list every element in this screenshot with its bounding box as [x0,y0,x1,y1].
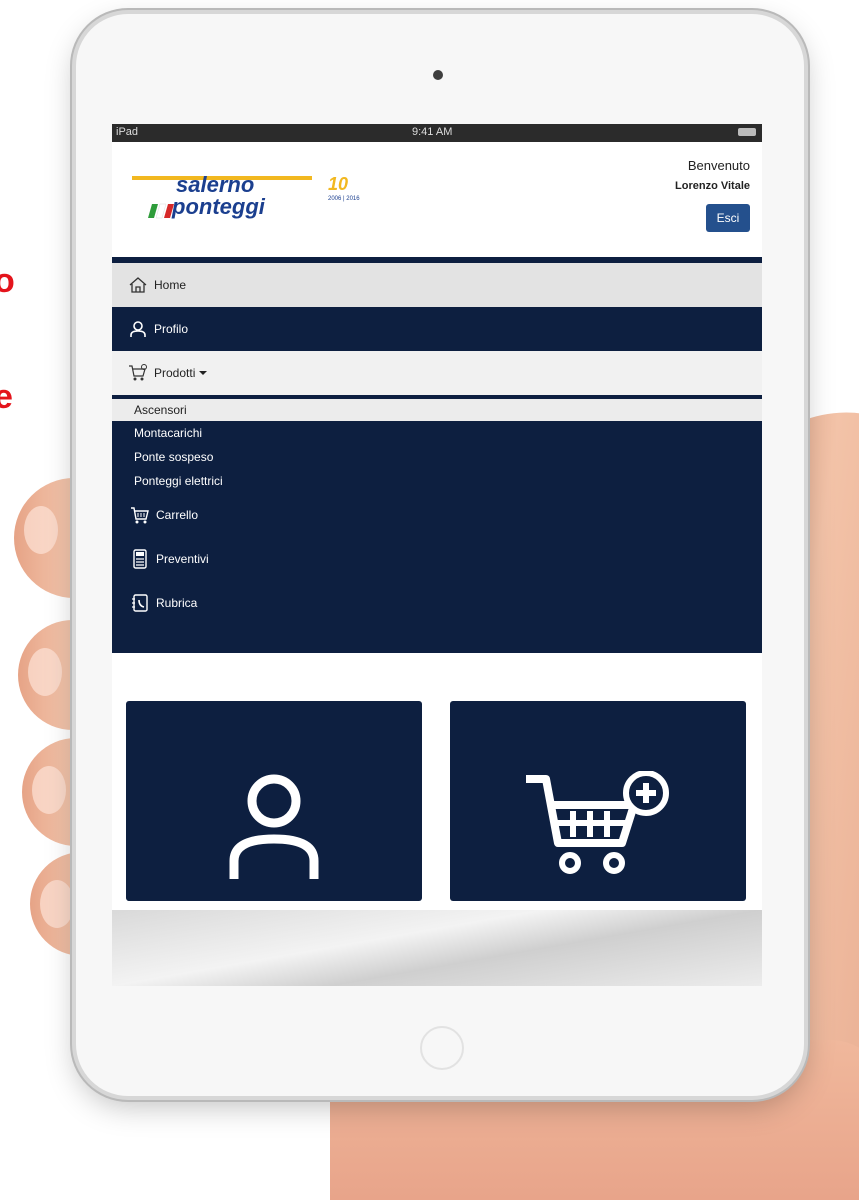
welcome-text: Benvenuto [687,158,750,173]
logout-button[interactable]: Esci [706,204,750,232]
status-time: 9:41 AM [412,126,453,138]
ipad-frame: iPad 9:41 AM salerno ponteggi 10 2006 | … [76,14,804,1096]
submenu-item-montacarichi[interactable]: Montacarichi [112,421,762,445]
cart-plus-icon [129,364,147,381]
camera [433,70,443,80]
products-submenu: Ascensori Montacarichi Ponte sospeso Pon… [112,399,762,653]
nav-prodotti-label: Prodotti [154,366,196,380]
home-button[interactable] [420,1026,464,1070]
screen-reflection [112,910,762,986]
nav-carrello[interactable]: Carrello [112,493,762,537]
home-icon [129,277,147,293]
user-name: Lorenzo Vitale [675,180,750,192]
logo-badge: 10 [328,174,348,194]
screen: iPad 9:41 AM salerno ponteggi 10 2006 | … [112,124,762,986]
profile-tile[interactable] [126,701,422,901]
cart-icon [131,507,149,524]
logo-line2: ponteggi [171,194,266,219]
nav-carrello-label: Carrello [156,508,199,522]
nav-preventivi[interactable]: Preventivi [112,537,762,581]
nav-home[interactable]: Home [112,263,762,307]
device-label: iPad [116,126,139,138]
nav-rubrica-label: Rubrica [156,596,198,610]
nav-rubrica[interactable]: Rubrica [112,581,762,625]
products-tile[interactable] [450,701,746,901]
nav-profilo[interactable]: Profilo [112,307,762,351]
submenu-item-ascensori[interactable]: Ascensori [112,399,762,421]
nav-home-label: Home [154,278,187,292]
nav-profilo-label: Profilo [154,322,189,336]
dashboard-content [112,653,762,953]
user-icon [130,321,146,337]
address-book-icon [132,594,148,612]
calculator-icon [133,549,147,569]
nav-preventivi-label: Preventivi [156,552,209,566]
app-header: salerno ponteggi 10 2006 | 2016 Benvenut… [112,142,762,257]
nav-prodotti[interactable]: Prodotti [112,351,762,399]
submenu-item-ponte-sospeso[interactable]: Ponte sospeso [112,445,762,469]
status-bar: iPad 9:41 AM [112,124,762,142]
cart-plus-icon [526,771,669,874]
submenu-item-ponteggi-elettrici[interactable]: Ponteggi elettrici [112,469,762,493]
chevron-down-icon [199,371,208,375]
side-text-fragment-2: e [0,378,13,416]
brand-logo[interactable]: salerno ponteggi 10 2006 | 2016 [132,162,392,222]
battery-icon [738,128,756,136]
user-icon [229,774,319,879]
logo-years: 2006 | 2016 [328,196,360,202]
side-text-fragment-1: o [0,262,15,300]
